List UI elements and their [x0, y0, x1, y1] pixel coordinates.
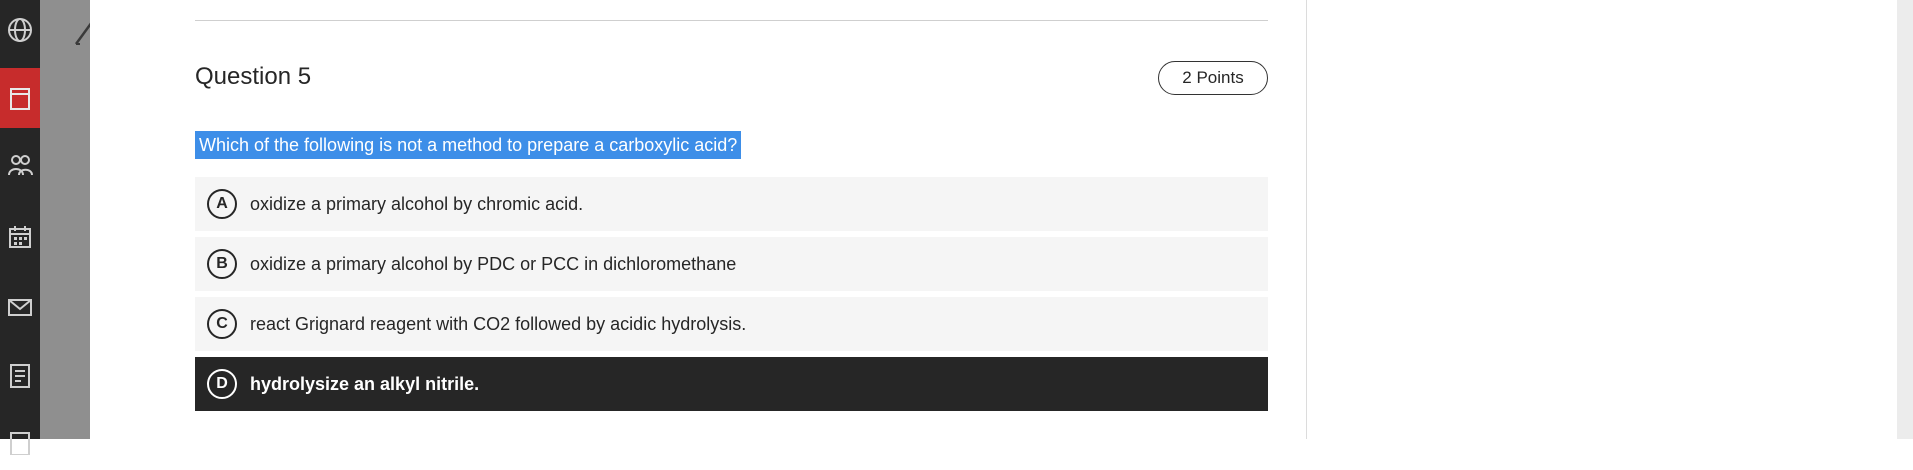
groups-icon — [8, 155, 33, 176]
option-letter-b: B — [207, 249, 237, 279]
option-letter-d: D — [207, 369, 237, 399]
rail-item-groups[interactable] — [0, 135, 40, 195]
tools-icon — [10, 432, 30, 455]
rail-item-grades[interactable] — [0, 345, 40, 405]
option-text-c: react Grignard reagent with CO2 followed… — [250, 313, 747, 334]
option-b[interactable]: B oxidize a primary alcohol by PDC or PC… — [195, 237, 1268, 291]
globe-icon — [8, 18, 32, 42]
messages-icon — [8, 299, 32, 316]
nav-rail — [0, 0, 40, 455]
rail-item-messages[interactable] — [0, 277, 40, 337]
option-text-b: oxidize a primary alcohol by PDC or PCC … — [250, 253, 737, 274]
option-text-a: oxidize a primary alcohol by chromic aci… — [250, 193, 584, 214]
courses-icon — [10, 88, 30, 110]
grades-icon — [10, 364, 30, 388]
question-text: Which of the following is not a method t… — [195, 131, 742, 159]
rail-item-tools[interactable] — [0, 410, 40, 470]
scrollbar[interactable] — [1897, 0, 1913, 439]
option-letter-a: A — [207, 189, 237, 219]
option-letter-c: C — [207, 309, 237, 339]
option-c[interactable]: C react Grignard reagent with CO2 follow… — [195, 297, 1268, 351]
rail-item-courses[interactable] — [0, 68, 40, 128]
option-text-d: hydrolysize an alkyl nitrile. — [250, 373, 480, 394]
option-d[interactable]: D hydrolysize an alkyl nitrile. — [195, 357, 1268, 411]
divider — [195, 20, 1268, 21]
points-badge: 2 Points — [1158, 61, 1268, 95]
backdrop-overlay — [40, 0, 90, 439]
question-title: Question 5 — [195, 63, 312, 90]
rail-item-institution[interactable] — [0, 0, 40, 60]
rail-item-calendar[interactable] — [0, 207, 40, 267]
option-a[interactable]: A oxidize a primary alcohol by chromic a… — [195, 177, 1268, 231]
calendar-icon — [9, 226, 31, 248]
right-blank-area — [1307, 0, 1913, 439]
